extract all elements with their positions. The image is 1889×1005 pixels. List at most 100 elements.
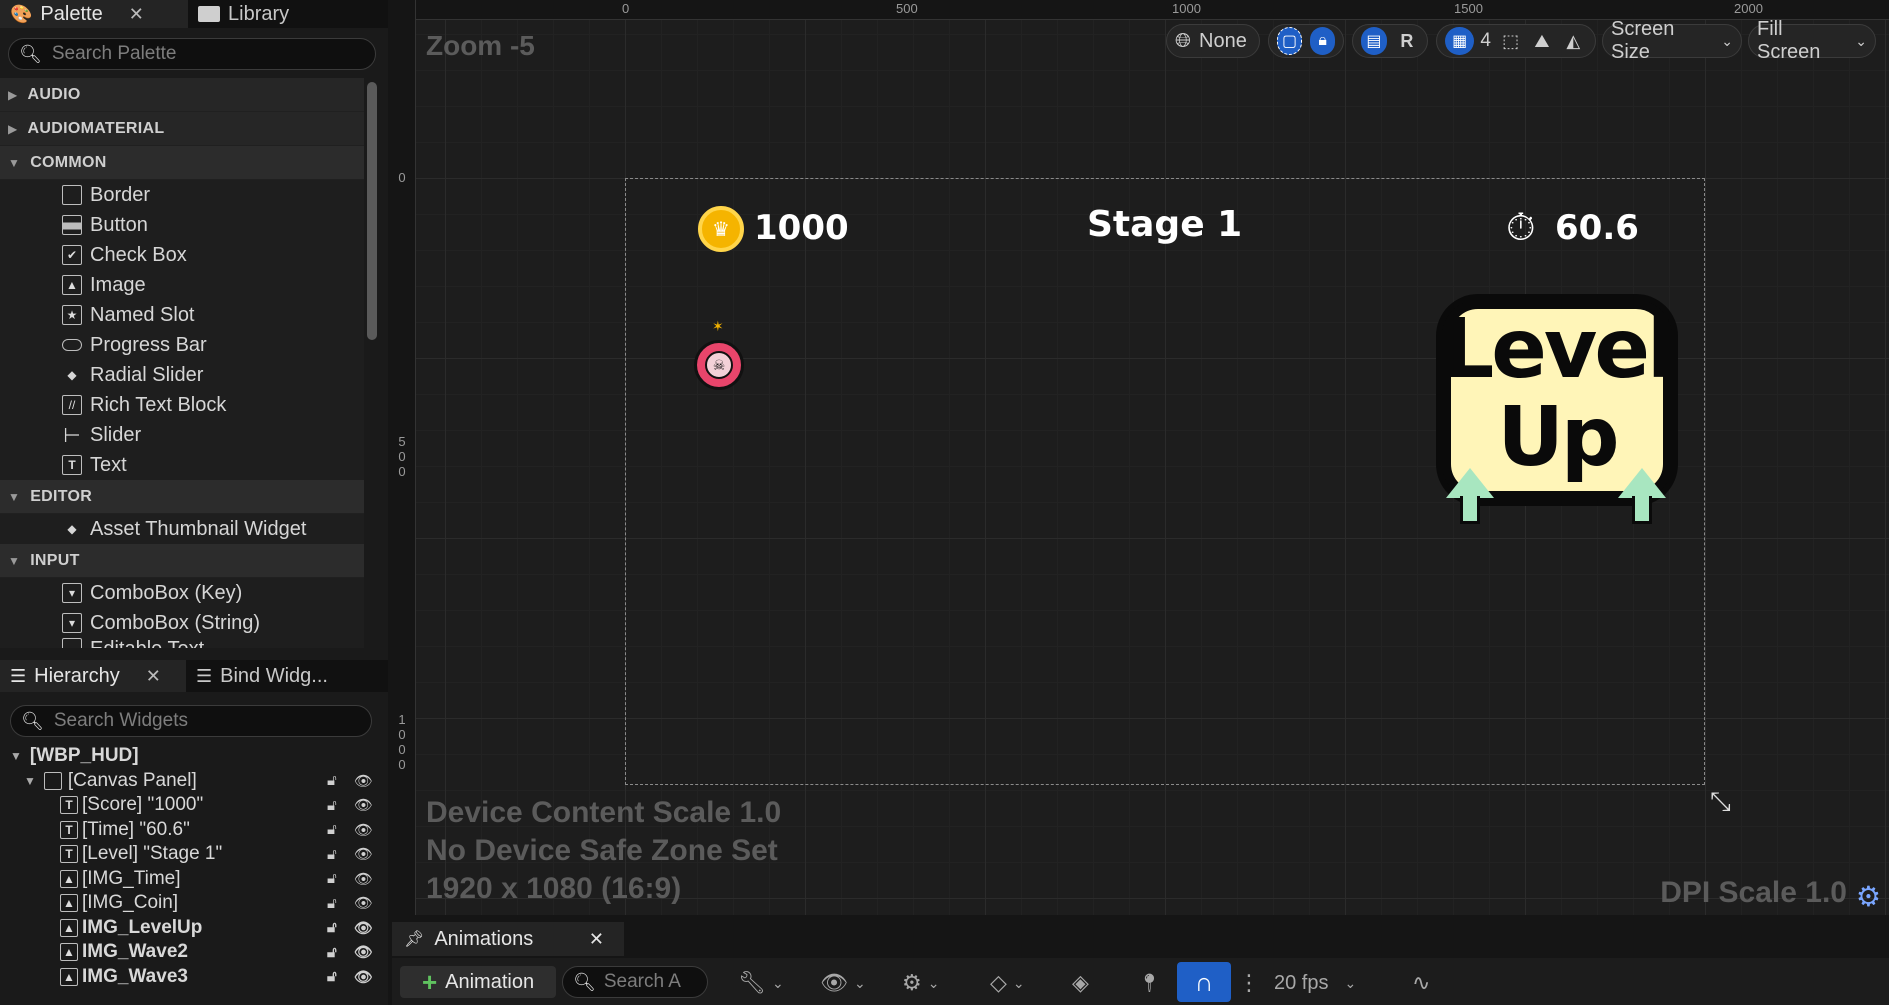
lock-icon[interactable]: 🔓︎ xyxy=(327,919,337,936)
wrench-dropdown[interactable]: 🔧︎ ⌄ xyxy=(738,966,784,1000)
landscape-icon[interactable]: ⛰︎ xyxy=(1528,27,1555,55)
curve-editor-button[interactable]: ∿ xyxy=(1412,966,1430,1000)
palette-item-text[interactable]: T Text xyxy=(0,450,364,480)
screen-size-dropdown[interactable]: Screen Size ⌄ xyxy=(1602,18,1742,63)
lock-icon[interactable]: 🔓︎ xyxy=(327,821,337,838)
eye-icon[interactable]: 👁︎ xyxy=(354,894,373,912)
eye-icon[interactable]: 👁︎ xyxy=(354,821,373,839)
palette-icon: 🎨 xyxy=(10,3,33,24)
score-text[interactable]: 1000 xyxy=(754,208,849,248)
lock-icon[interactable]: 🔓︎ xyxy=(327,968,337,985)
add-animation-button[interactable]: + Animation xyxy=(400,966,556,998)
category-editor[interactable]: ▼ EDITOR xyxy=(0,480,364,514)
palette-search-input[interactable] xyxy=(51,43,352,65)
tree-item-time[interactable]: T [Time] "60.6" 🔓︎ 👁︎ xyxy=(0,818,388,843)
ruler-left: 0 5 0 0 1 0 0 0 xyxy=(392,0,416,915)
close-icon[interactable]: ✕ xyxy=(589,929,604,950)
tab-hierarchy[interactable]: ☰ Hierarchy ✕ xyxy=(0,660,186,692)
lock-icon[interactable]: 🔒︎ xyxy=(1310,27,1335,55)
palette-search[interactable]: 🔍︎ xyxy=(8,38,376,70)
r-toggle[interactable]: R xyxy=(1395,27,1419,55)
lock-icon[interactable]: 🔓︎ xyxy=(327,797,337,814)
lock-icon[interactable]: 🔓︎ xyxy=(327,846,337,863)
playback-dropdown[interactable]: ⚙ ⌄ xyxy=(902,966,939,1000)
palette-item-radial-slider[interactable]: ◆ Radial Slider xyxy=(0,360,364,390)
palette-item-asset-thumbnail-widget[interactable]: ◆ Asset Thumbnail Widget xyxy=(0,514,364,544)
palette-item-image[interactable]: ▲ Image xyxy=(0,270,364,300)
hierarchy-search[interactable]: 🔍︎ xyxy=(10,705,372,737)
eye-icon[interactable]: 👁︎ xyxy=(354,870,373,888)
tab-library[interactable]: Library xyxy=(188,0,299,28)
close-icon[interactable]: ✕ xyxy=(146,666,161,687)
eye-icon[interactable]: 👁︎ xyxy=(354,845,373,863)
close-icon[interactable]: ✕ xyxy=(129,4,144,25)
palette-item-named-slot[interactable]: ★ Named Slot xyxy=(0,300,364,330)
marker-button[interactable]: 📍︎ xyxy=(1138,966,1161,1000)
snap-options-button[interactable]: ⋮ xyxy=(1238,966,1260,1000)
key-dropdown[interactable]: ◇ ⌄ xyxy=(990,966,1025,1000)
button-icon xyxy=(62,215,82,235)
palette-item-combobox-string[interactable]: ▾ ComboBox (String) xyxy=(0,608,364,638)
category-common[interactable]: ▼ COMMON xyxy=(0,146,364,180)
tree-item-img-wave3[interactable]: ▲ IMG_Wave3 🔓︎ 👁︎ xyxy=(0,965,388,990)
eye-icon[interactable]: 👁︎ xyxy=(354,796,373,814)
category-input[interactable]: ▼ INPUT xyxy=(0,544,364,578)
category-audio[interactable]: ▶ AUDIO xyxy=(0,78,364,112)
tab-palette[interactable]: 🎨 Palette ✕ xyxy=(0,0,188,28)
fps-dropdown[interactable]: 20 fps ⌄ xyxy=(1274,966,1356,1000)
grid-icon[interactable]: ▦ xyxy=(1445,27,1475,55)
palette-item-combobox-key[interactable]: ▾ ComboBox (Key) xyxy=(0,578,364,608)
gear-icon[interactable]: ⚙ xyxy=(1856,880,1881,913)
tree-item-img-levelup[interactable]: ▲ IMG_LevelUp 🔓︎ 👁︎ xyxy=(0,916,388,941)
marquee-icon[interactable]: ▢ xyxy=(1277,27,1303,55)
eye-icon[interactable]: 👁︎ xyxy=(354,943,373,961)
snap-magnet-button[interactable]: ∩ xyxy=(1177,962,1231,1002)
tree-item-img-time[interactable]: ▲ [IMG_Time] 🔓︎ 👁︎ xyxy=(0,867,388,892)
level-up-image[interactable]: Level Up xyxy=(1442,300,1675,530)
tree-item-img-wave2[interactable]: ▲ IMG_Wave2 🔓︎ 👁︎ xyxy=(0,940,388,965)
stage-text[interactable]: Stage 1 xyxy=(1087,204,1242,245)
auto-key-button[interactable]: ◈ xyxy=(1072,966,1089,1000)
tree-item-level[interactable]: T [Level] "Stage 1" 🔓︎ 👁︎ xyxy=(0,842,388,867)
palette-item-slider[interactable]: ⊢ Slider xyxy=(0,420,364,450)
lock-icon[interactable]: 🔓︎ xyxy=(327,772,337,789)
tree-canvas-panel[interactable]: ▼ [Canvas Panel] 🔓︎ 👁︎ xyxy=(0,769,388,794)
animation-search[interactable]: 🔍︎ xyxy=(562,966,708,998)
bomb-icon[interactable]: ✶ ☠ xyxy=(690,318,750,390)
stopwatch-icon[interactable]: ⏱ xyxy=(1506,206,1544,250)
mirror-icon[interactable]: ◭ xyxy=(1560,27,1587,55)
chevron-down-icon: ⌄ xyxy=(1721,32,1733,49)
designer-canvas[interactable]: 0 500 1000 1500 2000 0 5 0 0 1 0 0 0 Zoo… xyxy=(392,0,1889,915)
tree-item-score[interactable]: T [Score] "1000" 🔓︎ 👁︎ xyxy=(0,793,388,818)
cursor-icon[interactable]: ⬚ xyxy=(1497,27,1524,55)
coin-icon[interactable]: ♛ xyxy=(698,206,744,252)
eye-icon[interactable]: 👁︎ xyxy=(354,772,373,790)
palette-item-check-box[interactable]: ✔ Check Box xyxy=(0,240,364,270)
tree-root[interactable]: ▼ [WBP_HUD] xyxy=(0,744,388,769)
lock-icon[interactable]: 🔓︎ xyxy=(327,944,337,961)
fill-screen-dropdown[interactable]: Fill Screen ⌄ xyxy=(1748,18,1876,63)
view-dropdown[interactable]: 👁︎ ⌄ xyxy=(820,966,866,1000)
palette-item-rich-text-block[interactable]: // Rich Text Block xyxy=(0,390,364,420)
lock-icon[interactable]: 🔓︎ xyxy=(327,895,337,912)
eye-icon[interactable]: 👁︎ xyxy=(354,919,373,937)
palette-item-editable-text[interactable]: Editable Text xyxy=(0,638,364,648)
tree-item-img-coin[interactable]: ▲ [IMG_Coin] 🔓︎ 👁︎ xyxy=(0,891,388,916)
eye-icon[interactable]: 👁︎ xyxy=(354,968,373,986)
tab-bind-widgets[interactable]: ☰ Bind Widg... xyxy=(186,660,338,692)
grid-value[interactable]: 4 xyxy=(1480,30,1491,52)
hierarchy-search-input[interactable] xyxy=(53,710,354,732)
time-text[interactable]: 60.6 xyxy=(1555,208,1639,248)
resize-icon[interactable]: ⤡ xyxy=(1710,786,1731,818)
world-selector[interactable]: 🌐︎ None xyxy=(1166,24,1260,58)
palette-scrollbar[interactable] xyxy=(367,82,377,340)
layout-icon[interactable]: ▤ xyxy=(1361,27,1387,55)
palette-item-border[interactable]: Border xyxy=(0,180,364,210)
palette-item-progress-bar[interactable]: Progress Bar xyxy=(0,330,364,360)
category-audiomaterial[interactable]: ▶ AUDIOMATERIAL xyxy=(0,112,364,146)
animation-search-input[interactable] xyxy=(603,971,700,993)
lock-icon[interactable]: 🔓︎ xyxy=(327,870,337,887)
palette-item-button[interactable]: Button xyxy=(0,210,364,240)
tab-animations[interactable]: 📌︎ Animations ✕ xyxy=(392,922,624,956)
text-icon: T xyxy=(60,845,78,864)
